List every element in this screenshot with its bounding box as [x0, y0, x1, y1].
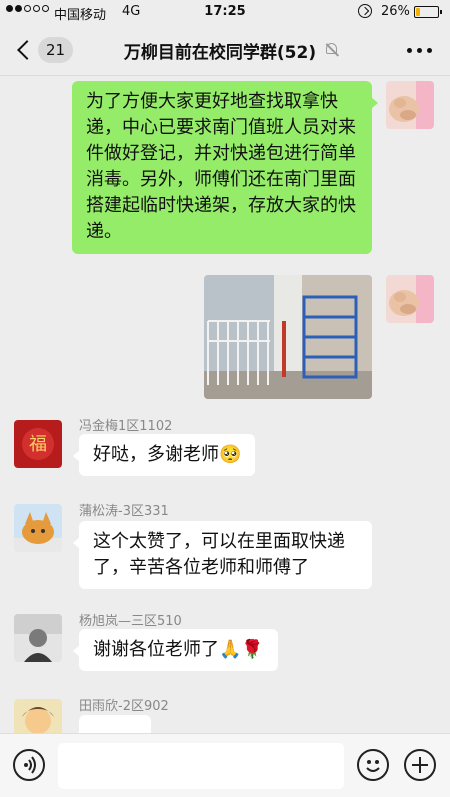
battery-icon [414, 6, 442, 18]
my-avatar[interactable] [386, 81, 434, 129]
unread-count-badge[interactable]: 21 [38, 37, 74, 63]
message-text: 好哒，多谢老师 [93, 444, 219, 466]
emoji: 🥺 [219, 444, 242, 465]
rotation-lock-icon [358, 4, 372, 18]
message-text: 这个太赞了，可以在里面取快递了，辛苦各位老师和师傅了 [93, 531, 345, 579]
sender-avatar[interactable]: 福 [14, 420, 62, 468]
message-list[interactable]: 为了方便大家更好地查找取拿快递，中心已要求南门值班人员对来件做好登记，并对快递包… [0, 77, 450, 733]
message-bubble-mine[interactable]: 为了方便大家更好地查找取拿快递，中心已要求南门值班人员对来件做好登记，并对快递包… [72, 81, 378, 254]
svg-text:福: 福 [29, 434, 47, 455]
my-avatar[interactable] [386, 275, 434, 323]
smiley-icon[interactable] [357, 749, 389, 781]
emoji: 🙏🌹 [219, 639, 264, 660]
message-image[interactable] [204, 275, 372, 399]
message-text: 为了方便大家更好地查找取拿快递，中心已要求南门值班人员对来件做好登记，并对快递包… [86, 91, 356, 243]
sender-name: 冯金梅1区1102 [79, 419, 173, 434]
message-input[interactable] [58, 743, 344, 789]
chevron-left-icon[interactable] [16, 40, 32, 60]
voice-icon[interactable] [13, 749, 45, 781]
more-dots-icon[interactable] [407, 48, 432, 53]
battery-fill [416, 8, 420, 16]
sender-avatar[interactable] [14, 614, 62, 662]
sender-name: 田雨欣-2区902 [79, 699, 169, 714]
status-bar: 中国移动 4G 17:25 26% [0, 0, 450, 24]
battery-percent: 26% [381, 4, 410, 19]
sender-name: 杨旭岚—三区510 [79, 614, 182, 629]
sender-name: 蒲松涛-3区331 [79, 504, 169, 519]
plus-icon[interactable] [404, 749, 436, 781]
message-bubble-other[interactable] [73, 715, 151, 733]
sender-avatar[interactable] [14, 504, 62, 552]
message-text: 谢谢各位老师了 [93, 639, 219, 661]
chat-title: 万柳目前在校同学群(52) [123, 42, 317, 63]
title-wrap: 万柳目前在校同学群(52) [90, 24, 374, 76]
message-bubble-other[interactable]: 谢谢各位老师了🙏🌹 [73, 629, 278, 672]
sender-avatar[interactable] [14, 699, 62, 733]
message-bubble-other[interactable]: 好哒，多谢老师🥺 [72, 434, 256, 477]
chat-header: 21 万柳目前在校同学群(52) [0, 24, 450, 76]
bell-off-icon [324, 42, 340, 58]
input-bar [0, 733, 450, 797]
message-bubble-other[interactable]: 这个太赞了，可以在里面取快递了，辛苦各位老师和师傅了 [73, 521, 372, 590]
